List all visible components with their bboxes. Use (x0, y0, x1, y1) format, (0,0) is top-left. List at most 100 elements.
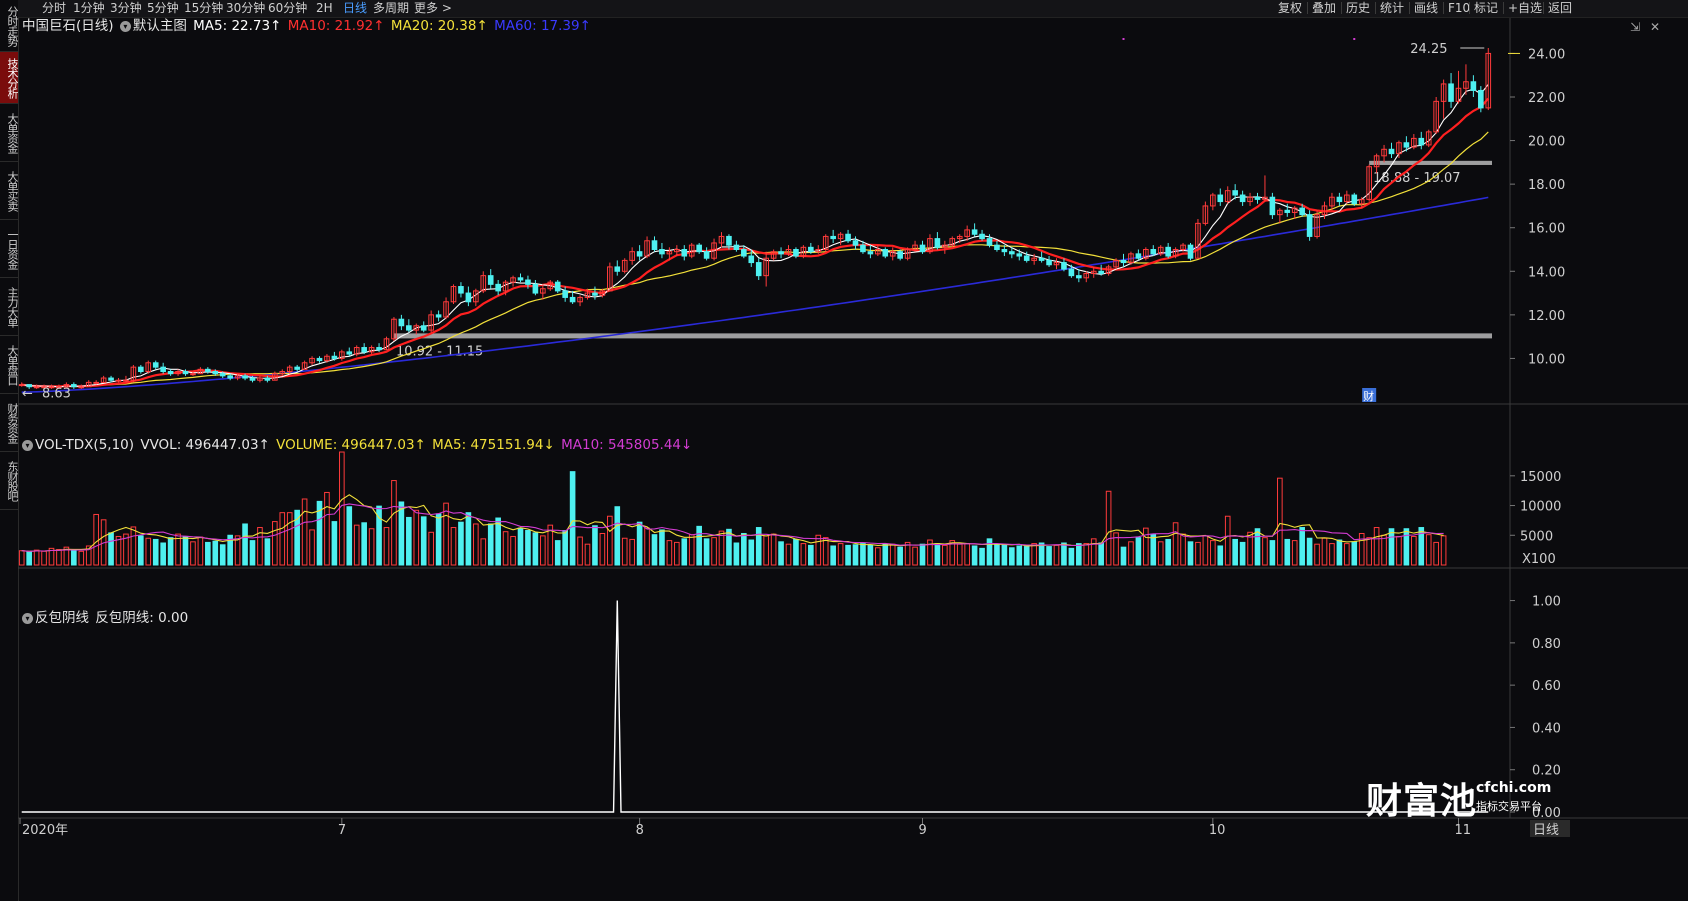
candle-body (1299, 207, 1305, 216)
volume-bar (93, 513, 99, 566)
volume-bar (353, 524, 360, 566)
collapse-icon[interactable]: ▾ (119, 21, 131, 32)
candle-body (167, 371, 174, 375)
candle-body (1217, 194, 1224, 203)
volume-bar (286, 512, 293, 566)
y-tick-label: 10000 (1520, 500, 1561, 515)
template-selector[interactable]: 默认主图 (133, 18, 187, 34)
volume-bar (964, 543, 970, 566)
volume-bar (1195, 541, 1201, 566)
candle-body (830, 235, 836, 240)
watermark-url: cfchi.com (1476, 780, 1552, 796)
candle-body (793, 249, 799, 257)
volume-bar (1306, 537, 1313, 566)
volume-bar (651, 534, 658, 566)
event-label: 财 (1363, 389, 1374, 403)
volume-bar (1053, 544, 1060, 566)
volume-bar (56, 549, 62, 566)
volume-bar (212, 540, 219, 566)
candle-body (659, 249, 665, 255)
candle-body (1098, 270, 1104, 274)
volume-bar (748, 539, 755, 566)
volume-bar (808, 544, 814, 566)
volume-bar (465, 512, 472, 566)
candle-body (852, 240, 859, 246)
volume-bar (837, 543, 844, 566)
volume-bar (197, 536, 204, 566)
y-tick-label: 0.40 (1532, 721, 1561, 736)
volume-bar (1403, 528, 1410, 566)
volume-bar (845, 544, 851, 566)
candle-body (458, 286, 464, 294)
restore-icon[interactable]: ⇲ (1630, 20, 1640, 34)
volume-bar (636, 521, 643, 566)
volume-bar (1373, 527, 1380, 566)
y-tick-label: 18.00 (1528, 178, 1565, 193)
volume-bar (897, 546, 903, 566)
collapse-icon[interactable]: ▾ (22, 440, 33, 451)
volume-bar (525, 530, 531, 566)
volume-bar (1269, 540, 1276, 566)
candle-body (465, 292, 472, 303)
candle-body (205, 368, 211, 373)
candle-body (182, 371, 189, 375)
volume-bar (599, 532, 606, 566)
candle-body (867, 251, 874, 255)
candle-body (1187, 244, 1194, 259)
candle-body (1165, 246, 1171, 257)
volume-bar (339, 451, 345, 566)
volume-bar (1165, 538, 1171, 566)
price-band (1369, 160, 1492, 165)
volume-bar (1143, 527, 1149, 566)
volume-bar (1061, 542, 1067, 566)
volume-bar (956, 543, 963, 566)
candle-body (264, 377, 271, 381)
close-icon[interactable]: ✕ (1650, 20, 1660, 34)
volume-indicator-title[interactable]: VOL-TDX(5,10) (35, 437, 134, 453)
min-marker-arrow: ← (22, 386, 33, 401)
volume-bar (644, 527, 650, 566)
y-tick-label: 20.00 (1528, 135, 1565, 150)
candle-body (845, 233, 851, 242)
volume-bar (406, 516, 412, 566)
volume-bar (443, 502, 449, 566)
volume-bar (904, 541, 911, 566)
volume-bar (33, 549, 40, 566)
candle-body (748, 255, 755, 264)
candle-body (1232, 190, 1238, 196)
volume-bar (1254, 528, 1261, 566)
y-tick-label: 0.60 (1532, 679, 1561, 694)
volume-bar (1023, 546, 1030, 566)
volume-legend: ▾ VOL-TDX(5,10) VVOL: 496447.03↑ VOLUME: … (22, 437, 694, 453)
volume-bar (78, 550, 85, 566)
candle-body (361, 347, 367, 353)
y-tick-label: 10.00 (1528, 352, 1565, 367)
volume-bar (785, 543, 792, 566)
volume-bar (815, 534, 822, 566)
candle-body (152, 362, 159, 368)
volume-bar (309, 529, 315, 566)
collapse-icon[interactable]: ▾ (22, 613, 33, 624)
ma5-value: MA5: 22.73↑ (193, 18, 282, 34)
candle-body (1239, 194, 1246, 203)
volume-bar (703, 538, 710, 566)
candle-body (986, 238, 993, 246)
indicator-title[interactable]: 反包阴线 (35, 610, 89, 626)
volume-bar (1120, 546, 1127, 566)
candle-body (1306, 214, 1313, 237)
volume-bar (1277, 477, 1283, 566)
candle-body (860, 244, 866, 253)
volume-bar (190, 541, 196, 566)
candle-body (726, 235, 732, 246)
period-badge: 日线 (1533, 823, 1559, 838)
candle-body (897, 251, 903, 259)
candle-body (532, 283, 539, 294)
volume-bar (413, 509, 420, 566)
volume-bar (301, 498, 308, 566)
volume-bar (733, 542, 740, 566)
volume-bar (160, 542, 166, 566)
volume-bar (934, 543, 941, 566)
candle-body (971, 229, 978, 235)
volume-bar (1425, 534, 1432, 566)
volume-bar (167, 537, 174, 566)
